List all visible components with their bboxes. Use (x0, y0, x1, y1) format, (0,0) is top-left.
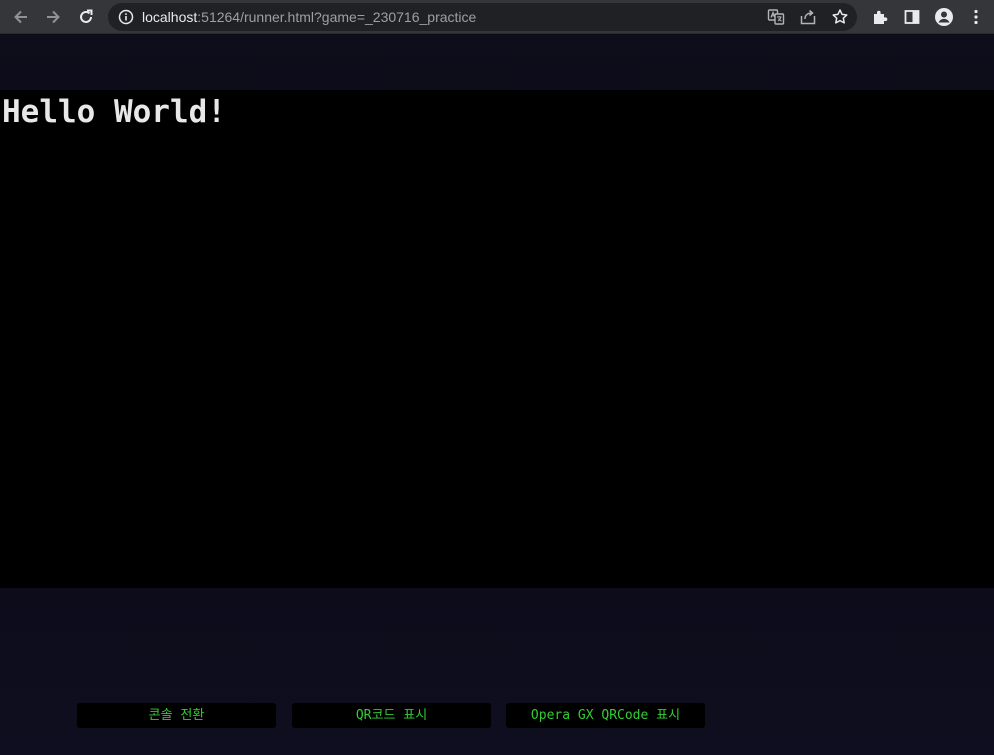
more-menu-button[interactable] (963, 4, 989, 30)
side-panel-icon (904, 10, 920, 24)
browser-toolbar: localhost:51264/runner.html?game=_230716… (0, 0, 994, 34)
extensions-icon (874, 10, 888, 24)
game-canvas[interactable]: Hello World! (0, 90, 994, 588)
bookmark-star-icon (832, 9, 848, 24)
canvas-text: Hello World! (2, 94, 226, 130)
url-host: localhost (142, 9, 198, 25)
address-bar[interactable]: localhost:51264/runner.html?game=_230716… (108, 3, 857, 31)
translate-icon (767, 9, 785, 25)
url-path: :51264/runner.html?game=_230716_practice (197, 9, 477, 25)
profile-icon (935, 8, 953, 26)
forward-button[interactable] (40, 4, 66, 30)
share-icon (800, 9, 816, 25)
info-icon[interactable] (118, 9, 134, 25)
reload-button[interactable] (73, 4, 99, 30)
show-qr-code-button[interactable]: QR코드 표시 (292, 703, 491, 728)
side-panel-button[interactable] (899, 4, 925, 30)
more-menu-icon (974, 9, 978, 25)
console-toggle-button[interactable]: 콘솔 전환 (77, 703, 276, 728)
show-opera-gx-qr-code-button[interactable]: Opera GX QRCode 표시 (506, 703, 705, 728)
extensions-button[interactable] (867, 4, 893, 30)
back-arrow-icon (14, 10, 27, 24)
reload-icon (80, 9, 93, 23)
runner-page: Hello World! 콘솔 전환 QR코드 표시 Opera GX QRCo… (0, 35, 994, 755)
translate-button[interactable] (766, 7, 786, 27)
back-button[interactable] (8, 4, 34, 30)
url-text[interactable]: localhost:51264/runner.html?game=_230716… (142, 8, 476, 26)
bookmark-button[interactable] (830, 7, 850, 27)
profile-button[interactable] (931, 4, 957, 30)
runner-button-bar: 콘솔 전환 QR코드 표시 Opera GX QRCode 표시 (0, 703, 994, 729)
share-button[interactable] (798, 7, 818, 27)
forward-arrow-icon (47, 10, 60, 24)
